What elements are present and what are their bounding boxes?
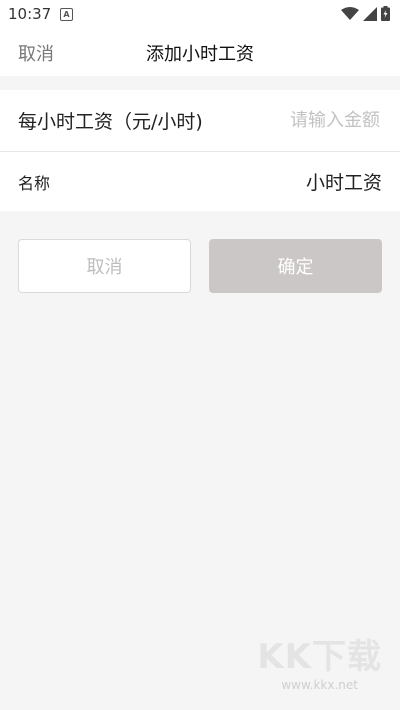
wifi-icon [341,6,359,20]
watermark: KK下载 www.kkx.net [257,629,382,692]
name-row[interactable]: 名称 小时工资 [0,151,400,211]
cancel-button[interactable]: 取消 [18,239,191,293]
hourly-wage-input[interactable] [238,109,382,132]
page-title: 添加小时工资 [146,44,254,65]
confirm-button[interactable]: 确定 [209,239,382,293]
name-label: 名称 [18,173,51,193]
nav-bar: 取消 添加小时工资 [0,28,400,76]
signal-icon [363,6,377,21]
watermark-logo: KK下载 [257,637,382,677]
watermark-url: www.kkx.net [281,678,358,692]
notification-a-icon: A [60,8,73,21]
wage-form: 每小时工资（元/小时) 名称 小时工资 [0,90,400,211]
hourly-wage-label: 每小时工资（元/小时) [18,111,203,133]
battery-icon [381,6,390,21]
action-buttons: 取消 确定 [18,239,382,293]
status-icons [341,6,390,21]
hourly-wage-row: 每小时工资（元/小时) [0,90,400,151]
name-value[interactable]: 小时工资 [306,168,382,195]
status-bar: 10:37 A [0,0,400,28]
status-time: 10:37 [8,5,52,23]
